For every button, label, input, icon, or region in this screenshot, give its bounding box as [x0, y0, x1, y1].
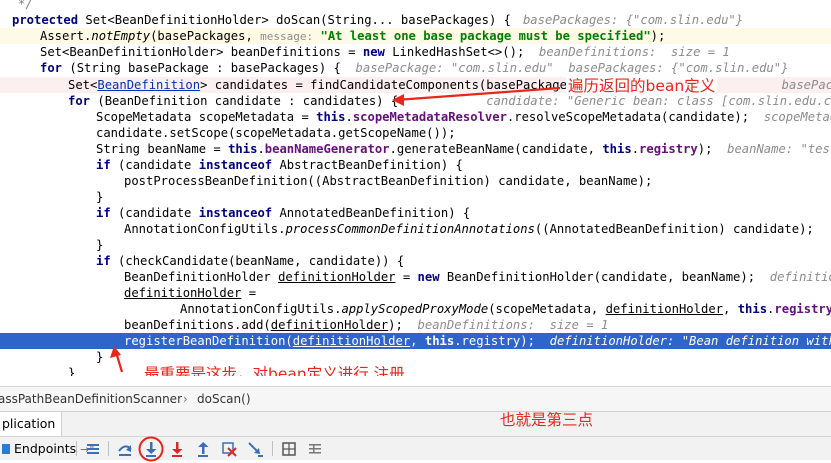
annotation-arrows: [110, 86, 561, 373]
toolbar-separator: [108, 441, 109, 456]
annotation-traverse-bean-definitions: 遍历返回的bean定义: [566, 74, 718, 96]
breadcrumb-class[interactable]: assPathBeanDefinitionScanner: [0, 387, 182, 411]
endpoints-label: Endpoints: [14, 441, 77, 456]
drop-frame-icon[interactable]: [220, 440, 238, 458]
breadcrumb: assPathBeanDefinitionScanner › doScan(): [0, 386, 831, 411]
step-over-icon[interactable]: [116, 440, 134, 458]
console-lines-icon[interactable]: [84, 440, 102, 458]
breadcrumb-separator: ›: [183, 392, 188, 406]
debug-tool-window-header: plication: [0, 411, 831, 436]
debugger-toolbar: Endpoints →": [0, 436, 831, 462]
annotation-third-point: 也就是第三点: [500, 411, 594, 429]
step-out-icon[interactable]: [194, 440, 212, 458]
breadcrumb-method[interactable]: doScan(): [197, 387, 251, 411]
arrow-up-annotation-icon: [110, 346, 124, 373]
evaluate-icon[interactable]: [280, 440, 298, 458]
toolbar-separator: [76, 441, 77, 456]
run-to-cursor-icon[interactable]: [246, 440, 264, 458]
annotation-most-important-step: 最重要是这步，对bean定义进行 注册: [142, 362, 407, 376]
arrow-left-annotation-icon: [392, 86, 561, 106]
tab-application[interactable]: plication: [0, 412, 63, 436]
force-step-into-icon[interactable]: [168, 440, 186, 458]
code-editor[interactable]: */ protected Set<BeanDefinitionHolder> d…: [0, 0, 831, 376]
endpoints-icon: [2, 444, 10, 454]
toolbar-separator: [272, 441, 273, 456]
table-icon[interactable]: [306, 440, 324, 458]
endpoints-tab[interactable]: Endpoints →": [0, 437, 94, 460]
